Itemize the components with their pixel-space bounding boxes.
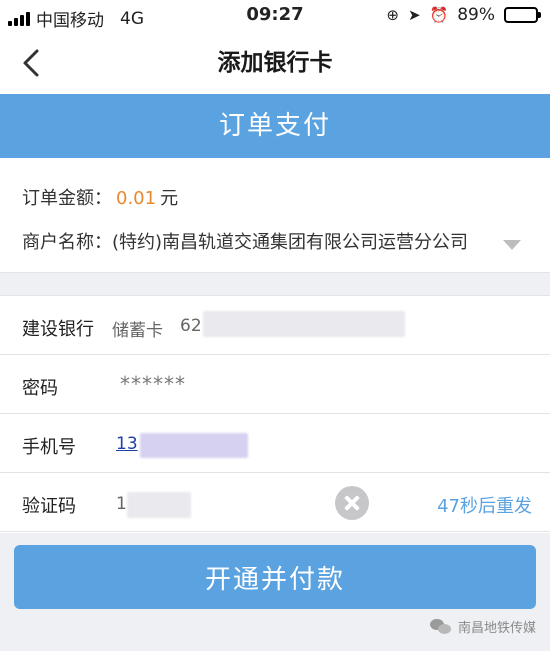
phone-redaction	[140, 433, 248, 458]
code-input[interactable]: 1	[116, 494, 127, 514]
alarm-icon: ⏰	[429, 6, 449, 24]
code-label: 验证码	[22, 496, 76, 517]
order-header-title: 订单支付	[218, 111, 331, 141]
order-header: 订单支付	[0, 94, 550, 158]
watermark-text: 南昌地铁传媒	[457, 621, 536, 636]
password-row: 密码 ******	[0, 356, 550, 414]
password-label: 密码	[22, 378, 58, 399]
watermark: 南昌地铁传媒	[429, 617, 536, 636]
wechat-icon	[429, 618, 452, 635]
phone-row: 手机号 13	[0, 415, 550, 473]
verification-code-row: 验证码 1 47秒后重发	[0, 474, 550, 532]
phone-input[interactable]: 13	[116, 434, 138, 454]
clear-icon[interactable]	[335, 486, 369, 520]
merchant-row: 商户名称：(特约)南昌轨道交通集团有限公司运营分公司	[22, 228, 468, 254]
card-number: 62	[180, 316, 202, 336]
amount-unit: 元	[160, 188, 179, 209]
code-redaction	[127, 492, 191, 518]
bank-name: 建设银行	[22, 319, 94, 340]
battery-percent: 89%	[457, 5, 495, 25]
status-right: ⊕ ➤ ⏰ 89%	[386, 5, 541, 25]
section-divider	[0, 272, 550, 296]
amount-label: 订单金额：	[22, 188, 112, 209]
password-input[interactable]: ******	[120, 372, 186, 396]
card-number-redaction	[203, 311, 405, 337]
order-amount-row: 订单金额： 0.01 元	[22, 184, 178, 210]
merchant-value: (特约)南昌轨道交通集团有限公司运营分公司	[112, 232, 469, 253]
battery-icon	[504, 7, 541, 23]
card-type: 储蓄卡	[112, 321, 163, 341]
open-and-pay-button[interactable]: 开通并付款	[14, 545, 536, 609]
rotation-lock-icon: ⊕	[386, 6, 399, 24]
status-bar: 中国移动 4G 09:27 ⊕ ➤ ⏰ 89%	[0, 0, 550, 32]
resend-code-button[interactable]: 47秒后重发	[437, 492, 532, 518]
bottom-area: 开通并付款 南昌地铁传媒	[0, 533, 550, 651]
page-title: 添加银行卡	[217, 50, 333, 76]
bank-card-row[interactable]: 建设银行 储蓄卡 62	[0, 297, 550, 355]
amount-value: 0.01	[116, 188, 157, 209]
phone-label: 手机号	[22, 437, 76, 458]
location-icon: ➤	[407, 6, 421, 24]
order-info: 订单金额： 0.01 元 商户名称：(特约)南昌轨道交通集团有限公司运营分公司	[0, 158, 550, 272]
merchant-label: 商户名称：	[22, 232, 112, 253]
expand-down-icon[interactable]	[503, 240, 521, 250]
nav-bar: 添加银行卡	[0, 32, 550, 94]
